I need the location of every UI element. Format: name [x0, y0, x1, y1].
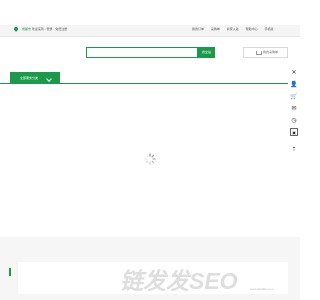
chevron-down-icon — [46, 76, 52, 82]
category-button[interactable]: 全部服务分类 — [10, 72, 60, 84]
cart-button[interactable]: 我的采购单 — [243, 47, 288, 58]
section-marker — [9, 268, 11, 276]
close-icon[interactable]: ✕ — [290, 68, 298, 76]
qrcode-icon[interactable]: ▣ — [290, 128, 298, 136]
message-icon[interactable]: ✉ — [290, 104, 298, 112]
top-link-help[interactable]: 帮助中心 — [246, 27, 258, 31]
top-link-purchase[interactable]: 采购单 — [211, 27, 220, 31]
user-icon[interactable]: 👤 — [290, 80, 298, 88]
city-label[interactable]: 成都市 — [22, 27, 31, 31]
search-input[interactable] — [86, 47, 198, 58]
welcome-text[interactable]: 欢迎来到 · 登录 · 免费注册 — [32, 27, 67, 31]
location-pin-icon — [13, 26, 19, 32]
search-button[interactable]: 搜全站 — [198, 47, 215, 58]
back-to-top-icon[interactable]: ⇡ — [290, 145, 298, 153]
history-icon[interactable]: ◷ — [290, 116, 298, 124]
location-bar[interactable]: 成都市 欢迎来到 · 登录 · 免费注册 — [22, 27, 67, 31]
top-links: 我的订单 采购单 商家入驻 帮助中心 手机版 — [192, 27, 279, 31]
cart-sidebar-icon[interactable]: 🛒 — [290, 92, 298, 100]
cart-icon — [256, 51, 262, 55]
cart-label: 我的采购单 — [263, 50, 279, 54]
top-link-orders[interactable]: 我的订单 — [192, 27, 204, 31]
top-link-merchant[interactable]: 商家入驻 — [227, 27, 239, 31]
loading-spinner-icon — [144, 153, 156, 165]
category-label: 全部服务分类 — [20, 76, 39, 80]
watermark-logo: 链发发SEO — [120, 268, 238, 294]
watermark-url: www.lianfafa.com — [250, 287, 274, 291]
top-bar: 成都市 欢迎来到 · 登录 · 免费注册 我的订单 采购单 商家入驻 帮助中心 … — [0, 25, 300, 37]
top-link-mobile[interactable]: 手机版 — [264, 27, 273, 31]
